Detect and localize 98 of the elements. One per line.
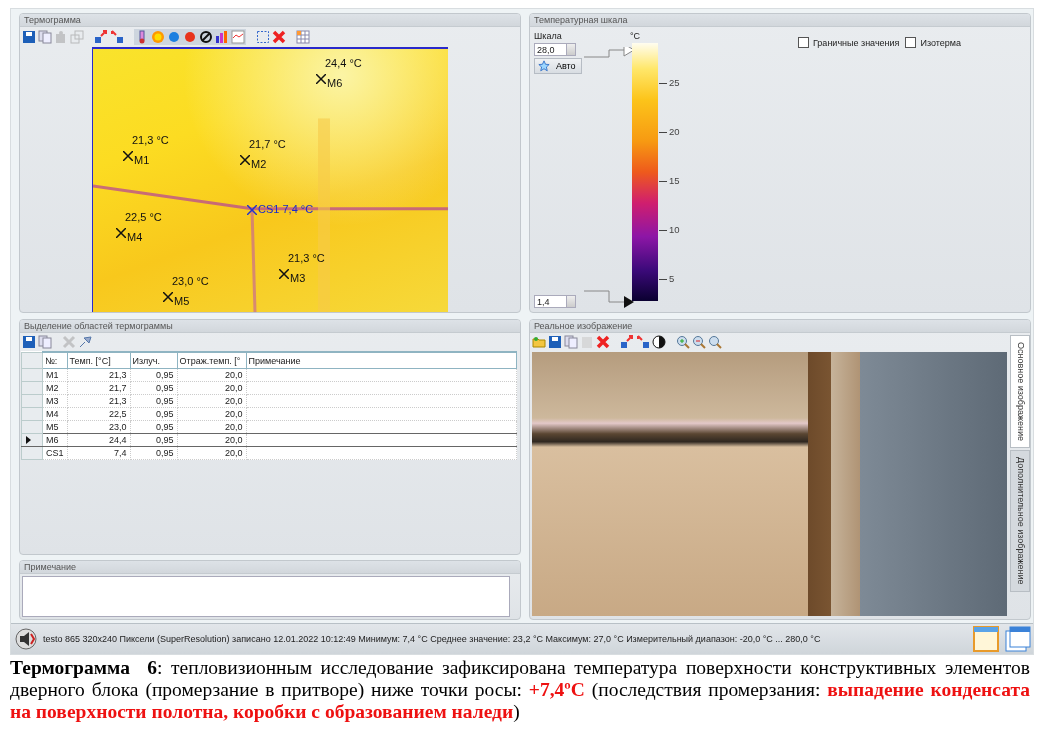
table-cell: 21,7 [67, 381, 130, 395]
save-icon[interactable] [548, 335, 562, 349]
column-header[interactable]: Излуч. [130, 352, 177, 369]
contrast-icon[interactable] [652, 335, 666, 349]
table-cell: M4 [42, 407, 67, 421]
table-cell: 20,0 [177, 433, 246, 447]
temperature-reading: 21,3 °C [288, 252, 325, 264]
folder-icon[interactable] [532, 335, 546, 349]
rotate-left-icon[interactable] [94, 30, 108, 44]
table-cell: 0,95 [130, 368, 177, 382]
bar-chart-icon[interactable] [215, 30, 229, 44]
marker-label: M5 [174, 295, 190, 307]
measurement-cross-icon[interactable] [123, 151, 133, 161]
table-cell: 24,4 [67, 433, 130, 447]
delete-icon[interactable] [596, 335, 610, 349]
temperature-reading: 21,3 °C [132, 134, 169, 146]
min-value-spinner[interactable]: 1,4 [534, 295, 576, 308]
table-cell: CS1 [42, 446, 67, 460]
delete-icon[interactable] [272, 30, 286, 44]
table-cell: 22,5 [67, 407, 130, 421]
save-icon[interactable] [22, 335, 36, 349]
table-cell: 20,0 [177, 381, 246, 395]
temperature-reading: 24,4 °C [325, 57, 362, 69]
caption-paragraph: Термограмма 6: тепловизионным исследование зафиксирована температура поверхности конструктивных элементов дверного блока (промерзание в притворе) ниже точки росы: +7,4ºC (последствия промерзания: выпадение конденсата на поверхности полотна, коробки с образованием наледи) [10, 657, 1030, 723]
table-cell: 0,95 [130, 381, 177, 395]
cold-spot-icon[interactable] [167, 30, 181, 44]
table-cell: 21,3 [67, 394, 130, 408]
status-text: testo 865 320x240 Пиксели (SuperResolution) записано 12.01.2022 10:12:49 Минимум: 7,4 °C Среднее значение: 23,2 °C Максимум: 27,0 °C Измерительный диапазон: -20,0 °C ... 280,0 °C [43, 634, 822, 644]
prohibited-icon[interactable] [199, 30, 213, 44]
checkbox-label: Изотерма [920, 37, 961, 48]
zoom-out-icon[interactable] [692, 335, 706, 349]
vertical-tab[interactable]: Дополнительное изображение [1010, 450, 1030, 592]
marker-label: M6 [327, 77, 343, 89]
temperature-reading: 23,0 °C [172, 275, 209, 287]
speaker-icon [15, 628, 37, 650]
table-cell: 20,0 [177, 368, 246, 382]
table-cell: M3 [42, 394, 67, 408]
line-graph-icon[interactable] [231, 30, 245, 44]
rotate-left-icon[interactable] [620, 335, 634, 349]
rotate-right-icon[interactable] [110, 30, 124, 44]
marker-label: CS1 7,4 °C [258, 203, 314, 215]
marker-label: M2 [251, 158, 267, 170]
column-header[interactable]: Примечание [246, 352, 517, 369]
panel-title: Выделение областей термограммы [20, 320, 520, 333]
checkbox[interactable] [798, 37, 809, 48]
measurement-cross-icon[interactable] [116, 228, 126, 238]
table-cell: 0,95 [130, 407, 177, 421]
column-header[interactable]: Отраж.темп. [° [177, 352, 246, 369]
rotate-right-icon[interactable] [636, 335, 650, 349]
measurement-cross-icon[interactable] [316, 74, 326, 84]
save-icon[interactable] [22, 30, 36, 44]
table-cell: 21,3 [67, 368, 130, 382]
marker-label: M3 [290, 272, 306, 284]
table-cell: 7,4 [67, 446, 130, 460]
column-header[interactable]: №: [42, 352, 67, 369]
hot-spot-marker-icon[interactable] [183, 30, 197, 44]
min-pointer-icon[interactable] [584, 288, 634, 308]
auto-button[interactable]: Авто [534, 58, 582, 74]
measurement-cross-icon[interactable] [163, 292, 173, 302]
panel-title: Реальное изображение [530, 320, 1030, 333]
marker-label: M1 [134, 154, 150, 166]
table-cell: M2 [42, 381, 67, 395]
table-cell: 0,95 [130, 433, 177, 447]
measurement-cross-icon[interactable] [240, 155, 250, 165]
scale-tick-label: 25 [659, 77, 680, 88]
panel-title: Температурная шкала [530, 14, 1030, 27]
measurement-cross-icon[interactable] [279, 269, 289, 279]
table-cell: 20,0 [177, 446, 246, 460]
grid-icon[interactable] [296, 30, 310, 44]
max-value-spinner[interactable]: 28,0 [534, 43, 576, 56]
window-icon[interactable] [973, 626, 999, 652]
vertical-tab[interactable]: Основное изображение [1010, 335, 1030, 448]
unit-label: °C [630, 31, 642, 43]
marker-label: M4 [127, 231, 143, 243]
selection-icon[interactable] [256, 30, 270, 44]
panel-title: Примечание [20, 561, 520, 574]
table-cell: M6 [42, 433, 67, 447]
table-cell: 20,0 [177, 394, 246, 408]
scale-label: Шкала [534, 31, 563, 41]
temperature-reading: 21,7 °C [249, 138, 286, 150]
zoom-fit-icon[interactable] [708, 335, 722, 349]
checkbox-label: Граничные значения [813, 37, 900, 48]
column-header[interactable]: Темп. [°C] [67, 352, 130, 369]
star-icon [538, 60, 550, 72]
table-cell: 0,95 [130, 394, 177, 408]
temperature-reading: 22,5 °C [125, 211, 162, 223]
scale-tick-label: 15 [659, 175, 680, 186]
table-cell: 20,0 [177, 407, 246, 421]
scale-tick-label: 10 [659, 224, 680, 235]
windows-icon[interactable] [1005, 626, 1031, 652]
scale-tick-label: 5 [659, 273, 675, 284]
panel-title: Термограмма [20, 14, 520, 27]
table-cell: 0,95 [130, 446, 177, 460]
checkbox[interactable] [905, 37, 917, 48]
zoom-in-icon[interactable] [676, 335, 690, 349]
note-field[interactable] [22, 576, 510, 617]
scale-tick-label: 20 [659, 126, 680, 137]
table-cell: M1 [42, 368, 67, 382]
